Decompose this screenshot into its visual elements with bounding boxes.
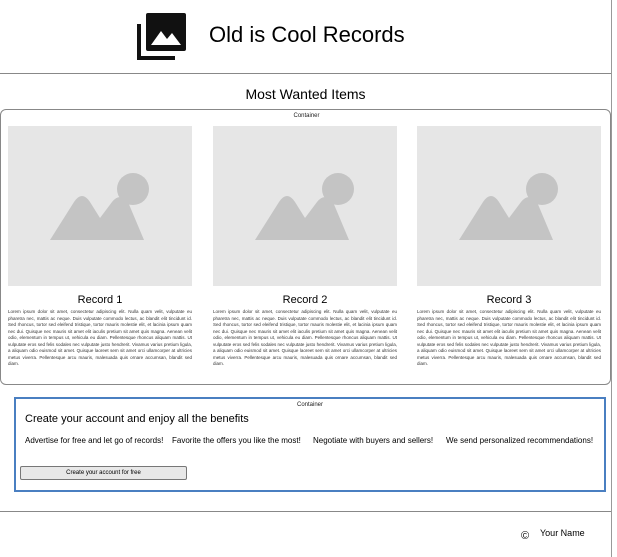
section-title: Most Wanted Items: [245, 86, 366, 102]
image-placeholder-icon[interactable]: [8, 126, 192, 286]
record-card[interactable]: Record 3 Lorem ipsum dolor sit amet, con…: [417, 126, 601, 368]
record-card[interactable]: Record 2 Lorem ipsum dolor sit amet, con…: [213, 126, 397, 368]
record-title: Record 3: [486, 294, 532, 306]
container-caption: Container: [293, 113, 320, 119]
footer-name: Your Name: [540, 528, 585, 538]
record-card[interactable]: Record 1 Lorem ipsum dolor sit amet, con…: [8, 126, 192, 368]
records-container: Container Record 1 Lorem ipsum dolor sit…: [0, 109, 611, 385]
record-title: Record 2: [282, 294, 328, 306]
record-description: Lorem ipsum dolor sit amet, consectetur …: [8, 309, 192, 366]
record-title: Record 1: [77, 294, 123, 306]
page-edge: [611, 0, 612, 557]
benefit-text: Favorite the offers you like the most!: [172, 436, 301, 445]
image-gallery-icon: [137, 12, 187, 60]
benefit-text: Advertise for free and let go of records…: [25, 436, 164, 445]
benefit-text: We send personalized recommendations!: [446, 436, 594, 445]
image-placeholder-icon[interactable]: [417, 126, 601, 286]
benefit-text: Negotiate with buyers and sellers!: [313, 436, 434, 445]
record-description: Lorem ipsum dolor sit amet, consectetur …: [417, 309, 601, 366]
site-title: Old is Cool Records: [209, 22, 405, 47]
image-placeholder-icon[interactable]: [213, 126, 397, 286]
signup-container: Container Create your account and enjoy …: [14, 397, 606, 492]
signup-title: Create your account and enjoy all the be…: [25, 413, 249, 425]
record-description: Lorem ipsum dolor sit amet, consectetur …: [213, 309, 397, 366]
container-caption: Container: [296, 402, 323, 408]
copyright-icon: ©: [521, 530, 530, 542]
create-account-button[interactable]: Create your account for free: [20, 466, 187, 480]
